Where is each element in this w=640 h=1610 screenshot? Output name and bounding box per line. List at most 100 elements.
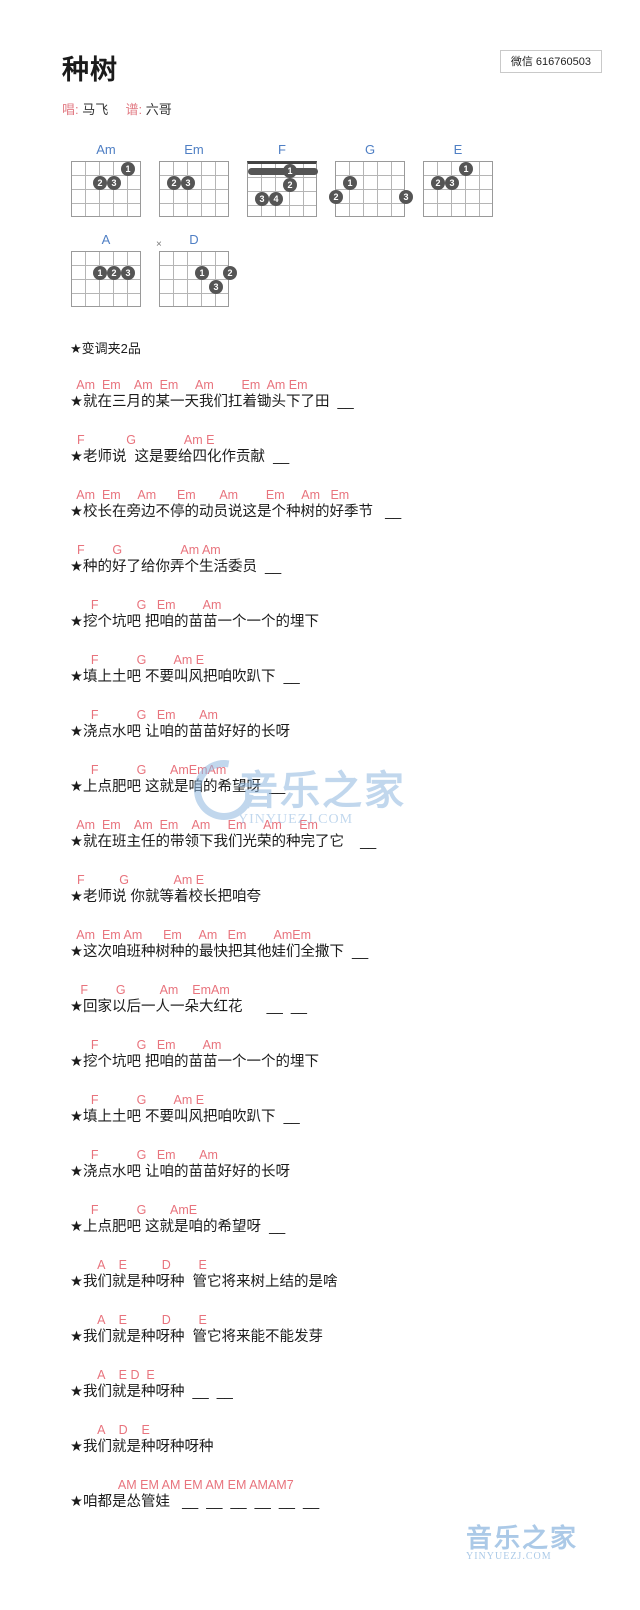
chord-line: F G Em Am — [70, 1038, 222, 1052]
chord-line: A E D E — [70, 1258, 207, 1272]
lyric-line: ★老师说 这是要给四化作贡献 __ — [70, 449, 290, 465]
chord-finger-dot: 1 — [343, 176, 357, 190]
chord-grid-wrapper: 123 — [62, 251, 150, 313]
lyric-line: ★这次咱班种树种的最快把其他娃们全撒下 __ — [70, 944, 369, 960]
chord-diagram-f: F 1234 — [238, 142, 326, 223]
lyric-line: ★咱都是怂管娃 __ __ __ __ __ __ — [70, 1494, 320, 1510]
chord-fretboard: 123 — [159, 251, 237, 307]
chord-fretboard: 123 — [71, 251, 141, 307]
lyric-block: Am Em Am Em Am Em Am Em ★就在班主任的带领下我们光荣的种完… — [70, 818, 376, 852]
lyric-block: F G Am E ★填上土吧 不要叫风把咱吹趴下 __ — [70, 1093, 300, 1127]
lyric-block: F G Em Am ★挖个坑吧 把咱的苗苗一个一个的埋下 — [70, 598, 319, 632]
chord-finger-dot: 2 — [283, 178, 297, 192]
chord-grid-wrapper: 123 — [414, 161, 502, 223]
chord-fretboard: 123 — [71, 161, 141, 217]
chord-line: F G Em Am — [70, 708, 218, 722]
lyric-line: ★填上土吧 不要叫风把咱吹趴下 __ — [70, 669, 300, 685]
chord-fretboard: 123 — [423, 161, 493, 217]
lyric-block: F G Em Am ★浇点水吧 让咱的苗苗好好的长呀 — [70, 1148, 290, 1182]
lyric-block: AM EM AM EM AM EM AMAM7 ★咱都是怂管娃 __ __ __ … — [70, 1478, 319, 1512]
lyric-line: ★我们就是种呀种 __ __ — [70, 1384, 233, 1400]
capo-note: ★变调夹2品 — [70, 341, 141, 356]
chord-diagram-name: G — [364, 142, 376, 157]
lyric-line: ★种的好了给你弄个生活委员 __ — [70, 559, 282, 575]
watermark-url-text-bottom: YINYUEZJ.COM — [466, 1551, 552, 1562]
chord-finger-dot: 1 — [459, 162, 473, 176]
chord-finger-dot: 3 — [107, 176, 121, 190]
singer-label: 唱: — [62, 102, 79, 117]
chord-finger-dot: 3 — [399, 190, 413, 204]
lyric-line: ★挖个坑吧 把咱的苗苗一个一个的埋下 — [70, 1054, 320, 1070]
chord-diagram-g: G 12 3 — [326, 142, 414, 223]
lyric-line: ★上点肥吧 这就是咱的希望呀 __ — [70, 779, 286, 795]
lyric-line: ★上点肥吧 这就是咱的希望呀 __ — [70, 1219, 286, 1235]
chord-line: Am Em Am Em Am Em Am Em — [70, 488, 350, 502]
chord-finger-dot: 3 — [121, 266, 135, 280]
chord-line: F G Am E — [70, 1093, 205, 1107]
chord-line: F G Am E — [70, 433, 215, 447]
lyric-line: ★就在班主任的带领下我们光荣的种完了它 __ — [70, 834, 377, 850]
chord-line: F G Am E — [70, 653, 205, 667]
chord-line: AM EM AM EM AM EM AMAM7 — [70, 1478, 294, 1492]
chord-diagram-em: Em 2 3 — [150, 142, 238, 223]
chord-finger-dot: 2 — [223, 266, 237, 280]
chord-diagram-name: E — [453, 142, 463, 157]
lyric-block: F G Am Am ★种的好了给你弄个生活委员 __ — [70, 543, 281, 577]
chord-finger-dot: 2 — [329, 190, 343, 204]
chord-line: A E D E — [70, 1313, 207, 1327]
lyric-line: ★校长在旁边不停的动员说这是个种树的好季节 __ — [70, 504, 402, 520]
chord-line: F G AmE — [70, 1203, 198, 1217]
chord-grid-wrapper: 12 3 — [326, 161, 414, 223]
arranger-name: 六哥 — [145, 102, 172, 117]
chord-line: A E D E — [70, 1368, 155, 1382]
chord-line: A D E — [70, 1423, 150, 1437]
lyric-line: ★我们就是种呀种 管它将来树上结的是啥 — [70, 1274, 338, 1290]
watermark-bottom: 音乐之家 YINYUEZJ.COM — [466, 1518, 578, 1562]
lyric-line: ★回家以后一人一朵大红花 __ __ — [70, 999, 307, 1015]
chord-line: F G Em Am — [70, 1148, 218, 1162]
credits: 唱: 马飞 谱: 六哥 — [62, 99, 172, 118]
lyric-block: F G Am E ★老师说 你就等着校长把咱夸 — [70, 873, 261, 907]
chord-fretboard: 1234 — [247, 161, 318, 217]
chord-diagram-d: D × 1 2 3 — [150, 232, 238, 313]
chord-line: F G Em Am — [70, 598, 222, 612]
wechat-badge: 微信 616760503 — [499, 50, 602, 73]
chord-diagram-name: Am — [96, 142, 116, 157]
chord-diagram-a: A 123 — [62, 232, 150, 313]
lyric-block: A E D E ★我们就是种呀种 管它将来树上结的是啥 — [70, 1258, 338, 1292]
chord-diagram-name: Em — [184, 142, 204, 157]
chord-finger-dot: 3 — [255, 192, 269, 206]
chord-line: F G Am E — [70, 873, 205, 887]
chord-line: F G Am EmAm — [70, 983, 230, 997]
lyric-block: F G Am E ★填上土吧 不要叫风把咱吹趴下 __ — [70, 653, 300, 687]
chord-diagram-row-2: A 1 2 3 D × 1 2 3 — [62, 232, 238, 313]
lyric-block: F G Am EmAm ★回家以后一人一朵大红花 __ __ — [70, 983, 307, 1017]
lyric-block: A E D E ★我们就是种呀种 管它将来能不能发芽 — [70, 1313, 323, 1347]
lyric-line: ★老师说 你就等着校长把咱夸 — [70, 889, 262, 905]
chord-diagram-name: F — [278, 142, 286, 157]
chord-finger-dot: 2 — [93, 176, 107, 190]
lyric-block: F G Am E ★老师说 这是要给四化作贡献 __ — [70, 433, 289, 467]
lyric-line: ★就在三月的某一天我们扛着锄头下了田 __ — [70, 394, 354, 410]
chord-finger-dot: 1 — [195, 266, 209, 280]
chord-grid-wrapper: 23 — [150, 161, 238, 223]
lyric-block: F G Em Am ★浇点水吧 让咱的苗苗好好的长呀 — [70, 708, 290, 742]
chord-fretboard: 23 — [159, 161, 229, 217]
chord-finger-dot: 2 — [431, 176, 445, 190]
lyric-line: ★浇点水吧 让咱的苗苗好好的长呀 — [70, 1164, 291, 1180]
chord-grid-wrapper: 123 — [62, 161, 150, 223]
singer-name: 马飞 — [82, 102, 109, 117]
chord-line: Am Em Am Em Am Em Am Em — [70, 378, 308, 392]
page-title: 种树 — [62, 55, 118, 85]
lyric-line: ★我们就是种呀种 管它将来能不能发芽 — [70, 1329, 324, 1345]
chord-grid-wrapper: 1234 — [238, 161, 326, 223]
chord-diagram-am: Am 1 2 3 — [62, 142, 150, 223]
lyric-line: ★浇点水吧 让咱的苗苗好好的长呀 — [70, 724, 291, 740]
chord-fretboard: 12 3 — [329, 161, 413, 217]
lyric-line: ★挖个坑吧 把咱的苗苗一个一个的埋下 — [70, 614, 320, 630]
chord-line: F G AmEmAm — [70, 763, 227, 777]
chord-finger-dot: 3 — [209, 280, 223, 294]
chord-diagram-e: E 123 — [414, 142, 502, 223]
chord-finger-dot: 1 — [283, 164, 297, 178]
chord-finger-dot: 3 — [445, 176, 459, 190]
